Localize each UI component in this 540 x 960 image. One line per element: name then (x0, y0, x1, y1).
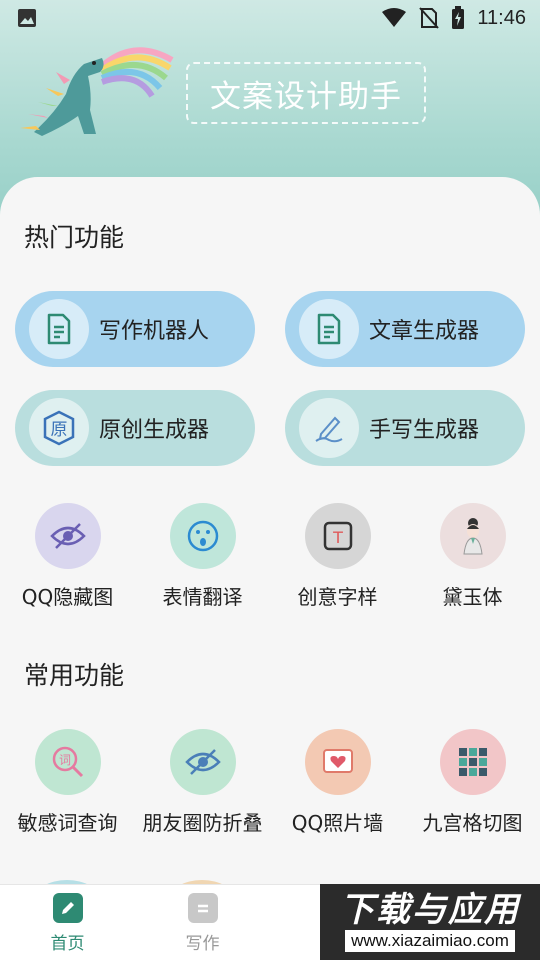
sensitive-word-query-item[interactable]: 词 敏感词查询 (0, 729, 135, 836)
grid-nine-icon (439, 729, 506, 795)
grid-item-label: 敏感词查询 (17, 811, 118, 835)
grid-item-label: 表情翻译 (162, 585, 243, 609)
notes-icon (187, 893, 218, 923)
grid-item-label: QQ隐藏图 (21, 585, 114, 609)
watermark-title: 下载与应用 (340, 890, 520, 930)
common-section-title: 常用功能 (24, 661, 125, 690)
grid-item-label: 九宫格切图 (422, 811, 523, 835)
watermark-logo: 下载与应用 www.xiazaimiao.com (320, 884, 540, 960)
document-icon (299, 299, 359, 359)
grid-item-label: 黛玉体 (442, 585, 503, 609)
qq-photo-wall-item[interactable]: QQ照片墙 (270, 729, 405, 836)
pill-label: 原创生成器 (99, 418, 210, 443)
app-title: 文案设计助手 (186, 62, 426, 124)
watermark-url: www.xiazaimiao.com (345, 930, 515, 952)
portrait-icon (439, 503, 506, 569)
grid-item-label: 朋友圈防折叠 (142, 811, 263, 835)
emoji-icon (169, 503, 236, 569)
creative-text-item[interactable]: T 创意字样 (270, 503, 405, 610)
pill-label: 文章生成器 (369, 319, 480, 344)
clock: 11:46 (477, 6, 526, 29)
text-box-icon: T (304, 503, 371, 569)
wifi-icon (382, 8, 407, 27)
photo-heart-icon (304, 729, 371, 795)
writing-robot-button[interactable]: 写作机器人 (15, 291, 255, 367)
dinosaur-rainbow-illustration (20, 47, 174, 136)
word-search-char: 词 (58, 753, 70, 767)
eye-hidden-icon (34, 503, 101, 569)
battery-charging-icon (452, 6, 465, 29)
grid-item-label: QQ照片墙 (291, 811, 384, 835)
tab-label: 首页 (50, 934, 85, 954)
original-badge-char: 原 (51, 420, 68, 440)
original-generator-button[interactable]: 原 原创生成器 (15, 390, 255, 466)
document-icon (29, 299, 89, 359)
eye-hidden-icon (169, 729, 236, 795)
qq-hidden-image-item[interactable]: QQ隐藏图 (0, 503, 135, 610)
original-badge-icon: 原 (29, 398, 89, 458)
daiyu-font-item[interactable]: 黛玉体 (405, 503, 540, 610)
handwriting-generator-button[interactable]: 手写生成器 (285, 390, 525, 466)
image-icon (18, 9, 36, 27)
pill-label: 写作机器人 (99, 319, 210, 344)
nine-grid-cut-item[interactable]: 九宫格切图 (405, 729, 540, 836)
tab-home[interactable]: 首页 (0, 885, 135, 960)
moments-anti-fold-item[interactable]: 朋友圈防折叠 (135, 729, 270, 836)
pen-icon (299, 398, 359, 458)
no-sim-icon (419, 7, 440, 29)
tab-writing[interactable]: 写作 (135, 885, 270, 960)
word-search-icon: 词 (34, 729, 101, 795)
edit-icon (52, 893, 83, 923)
status-bar: 11:46 (0, 0, 540, 36)
pill-label: 手写生成器 (369, 418, 480, 443)
text-box-char: T (332, 528, 343, 547)
tab-label: 写作 (185, 934, 220, 954)
hot-section-title: 热门功能 (24, 223, 125, 252)
article-generator-button[interactable]: 文章生成器 (285, 291, 525, 367)
grid-item-label: 创意字样 (297, 585, 378, 609)
emoji-translate-item[interactable]: 表情翻译 (135, 503, 270, 610)
